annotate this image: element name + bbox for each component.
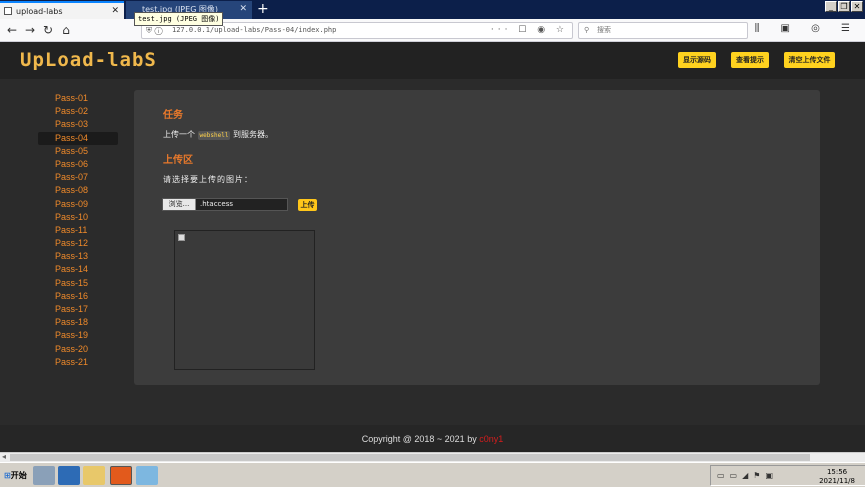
sidebar-item-pass-02[interactable]: Pass-02: [38, 105, 118, 118]
sidebar-item-pass-14[interactable]: Pass-14: [38, 263, 118, 276]
close-tab-icon[interactable]: ✕: [111, 3, 119, 20]
sidebar-item-pass-15[interactable]: Pass-15: [38, 277, 118, 290]
forward-icon[interactable]: →: [22, 22, 38, 38]
sidebar-item-pass-08[interactable]: Pass-08: [38, 184, 118, 197]
close-window-icon[interactable]: ✕: [851, 1, 863, 12]
sidebar-item-pass-01[interactable]: Pass-01: [38, 92, 118, 105]
close-tab-icon[interactable]: ✕: [239, 1, 247, 18]
task-code: webshell: [197, 131, 231, 140]
task-description: 上传一个 webshell 到服务器。: [163, 129, 273, 140]
system-tray: ▭▭◢⚑▣ 15:56 2021/11/8: [710, 465, 865, 486]
reload-icon[interactable]: ↻: [40, 22, 56, 38]
pass-sidebar: Pass-01 Pass-02 Pass-03 Pass-04 Pass-05 Pass-…: [38, 92, 118, 369]
app-icon[interactable]: [136, 466, 158, 485]
home-icon[interactable]: ⌂: [58, 22, 74, 38]
server-manager-icon[interactable]: [33, 466, 55, 485]
clock-time: 15:56: [826, 468, 848, 476]
tab-upload-labs[interactable]: upload-labs ✕: [0, 1, 124, 19]
broken-image-icon: [178, 234, 185, 241]
sidebar-item-pass-11[interactable]: Pass-11: [38, 224, 118, 237]
image-preview: [174, 230, 315, 370]
upload-heading: 上传区: [163, 155, 193, 166]
site-header: UpLoad-labS 显示源码 查看提示 清空上传文件: [0, 42, 865, 79]
page: UpLoad-labS 显示源码 查看提示 清空上传文件 Pass-01 Pass…: [0, 42, 865, 453]
task-heading: 任务: [163, 110, 183, 121]
scroll-left-icon[interactable]: ◂: [2, 452, 6, 461]
sidebar-item-pass-19[interactable]: Pass-19: [38, 329, 118, 342]
windows-logo-icon: ⊞: [4, 471, 11, 480]
task-prefix: 上传一个: [163, 130, 195, 139]
search-icon: ⚲: [584, 26, 590, 34]
firefox-icon[interactable]: [110, 466, 132, 485]
sidebar-item-pass-18[interactable]: Pass-18: [38, 316, 118, 329]
toolbar-icons[interactable]: ⫼ ▣ ◎ ☰: [755, 23, 859, 34]
window-controls: _ ❐ ✕: [825, 1, 863, 12]
restore-icon[interactable]: ❐: [838, 1, 850, 12]
sidebar-item-pass-17[interactable]: Pass-17: [38, 303, 118, 316]
selected-file-name: .htaccess: [200, 200, 233, 208]
task-suffix: 到服务器。: [233, 130, 273, 139]
search-placeholder: 搜索: [597, 26, 611, 34]
sidebar-item-pass-03[interactable]: Pass-03: [38, 118, 118, 131]
sidebar-item-pass-20[interactable]: Pass-20: [38, 343, 118, 356]
main-panel: 任务 上传一个 webshell 到服务器。 上传区 请选择要上传的图片： 浏览…: [134, 90, 820, 385]
page-actions-icon[interactable]: ··· ☐ ◉ ☆: [491, 23, 568, 38]
sidebar-item-pass-05[interactable]: Pass-05: [38, 145, 118, 158]
upload-button[interactable]: 上传: [298, 199, 317, 211]
footer: Copyright @ 2018 ~ 2021 by c0ny1: [0, 425, 865, 453]
sidebar-item-pass-09[interactable]: Pass-09: [38, 198, 118, 211]
powershell-icon[interactable]: [58, 466, 80, 485]
sidebar-item-pass-13[interactable]: Pass-13: [38, 250, 118, 263]
taskbar: ⊞开始 ▭▭◢⚑▣ 15:56 2021/11/8: [0, 462, 865, 487]
nav-bar: ← → ↻ ⌂ ⛨ ⓘ 127.0.0.1/upload-labs/Pass-0…: [0, 19, 865, 42]
sidebar-item-pass-12[interactable]: Pass-12: [38, 237, 118, 250]
file-explorer-icon[interactable]: [83, 466, 105, 485]
clock-date: 2021/11/8: [819, 477, 855, 485]
page-icon: [4, 7, 12, 15]
new-tab-button[interactable]: +: [257, 0, 269, 18]
back-icon[interactable]: ←: [4, 22, 20, 38]
sidebar-item-pass-06[interactable]: Pass-06: [38, 158, 118, 171]
author-link[interactable]: c0ny1: [479, 434, 503, 444]
start-label: 开始: [10, 471, 27, 480]
scrollbar-thumb[interactable]: [10, 454, 810, 461]
minimize-icon[interactable]: _: [825, 1, 837, 12]
clear-uploads-button[interactable]: 清空上传文件: [784, 52, 835, 68]
show-source-button[interactable]: 显示源码: [678, 52, 716, 68]
sidebar-item-pass-10[interactable]: Pass-10: [38, 211, 118, 224]
copyright-text: Copyright @ 2018 ~ 2021 by: [361, 434, 477, 444]
search-input[interactable]: ⚲ 搜索: [578, 22, 748, 39]
start-button[interactable]: ⊞开始: [2, 466, 29, 485]
tab-tooltip: test.jpg (JPEG 图像): [134, 12, 224, 26]
tab-title: upload-labs: [16, 7, 63, 16]
sidebar-item-pass-21[interactable]: Pass-21: [38, 356, 118, 369]
view-hint-button[interactable]: 查看提示: [731, 52, 769, 68]
sidebar-item-pass-04[interactable]: Pass-04: [38, 131, 118, 145]
clock[interactable]: 15:56 2021/11/8: [819, 468, 855, 486]
file-input[interactable]: 浏览... .htaccess: [162, 198, 288, 211]
sidebar-item-pass-07[interactable]: Pass-07: [38, 171, 118, 184]
browse-button[interactable]: 浏览...: [163, 199, 196, 210]
tab-bar: upload-labs ✕ test.jpg (JPEG 图像) ✕ + _ ❐…: [0, 0, 865, 19]
horizontal-scrollbar[interactable]: ◂: [0, 452, 865, 462]
sidebar-item-pass-16[interactable]: Pass-16: [38, 290, 118, 303]
site-logo[interactable]: UpLoad-labS: [20, 49, 157, 71]
choose-image-label: 请选择要上传的图片：: [163, 175, 253, 184]
tray-icons[interactable]: ▭▭◢⚑▣: [717, 471, 778, 480]
